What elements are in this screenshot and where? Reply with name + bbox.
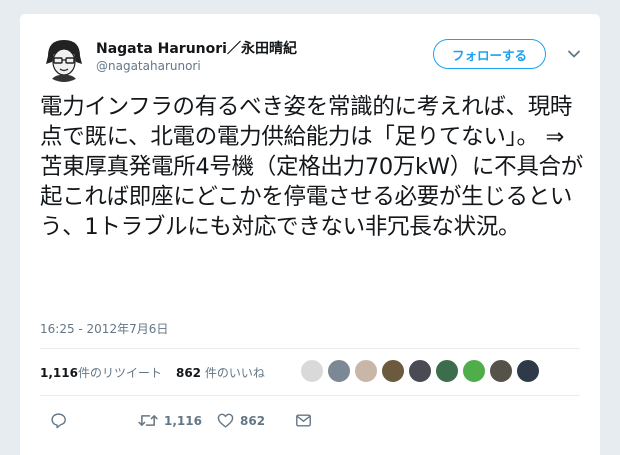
like-button[interactable]: 862 (217, 412, 265, 429)
tweet-text: 電力インフラの有るべき姿を常識的に考えれば、現時点で既に、北電の電力供給能力は「… (40, 94, 583, 240)
liker-avatars (300, 359, 543, 383)
liker-avatar-7[interactable] (462, 359, 486, 383)
follow-button[interactable]: フォローする (433, 39, 546, 69)
author-display-name[interactable]: Nagata Harunori／永田晴紀 (96, 38, 297, 58)
liker-avatar-4[interactable] (381, 359, 405, 383)
liker-avatar-9[interactable] (516, 359, 540, 383)
liker-avatar-2[interactable] (327, 359, 351, 383)
reply-button[interactable] (50, 412, 67, 429)
avatar-illustration-icon (40, 34, 88, 82)
like-count: 862 (240, 413, 266, 428)
liker-avatar-6[interactable] (435, 359, 459, 383)
retweet-icon (138, 415, 158, 426)
retweet-stat-count: 1,116 (40, 366, 78, 380)
liker-avatar-1[interactable] (300, 359, 324, 383)
heart-icon (217, 413, 234, 428)
author-avatar[interactable] (40, 34, 88, 82)
retweet-button[interactable]: 1,116 (138, 412, 202, 429)
liker-avatar-3[interactable] (354, 359, 378, 383)
envelope-icon (296, 414, 311, 427)
divider (40, 348, 580, 349)
reply-icon (51, 413, 66, 429)
author-handle[interactable]: @nagataharunori (96, 59, 201, 73)
retweet-stat-label: 件のリツイート (77, 366, 162, 380)
tweet-timestamp[interactable]: 16:25 - 2012年7月6日 (40, 320, 168, 337)
like-stat-count: 862 (175, 366, 202, 380)
divider (40, 395, 580, 396)
chevron-down-icon[interactable] (566, 46, 582, 62)
like-stat[interactable]: 862 件のいいね (176, 364, 265, 381)
liker-avatar-5[interactable] (408, 359, 432, 383)
tweet-stats: 1,116件のリツイート 862 件のいいね (40, 364, 265, 381)
tweet-card: Nagata Harunori／永田晴紀 @nagataharunori フォロ… (20, 14, 600, 455)
like-stat-label: 件のいいね (204, 366, 265, 380)
retweet-count: 1,116 (164, 413, 202, 428)
retweet-stat[interactable]: 1,116件のリツイート (40, 364, 162, 381)
tweet-actions: 1,116 862 (40, 412, 340, 432)
direct-message-button[interactable] (295, 412, 312, 429)
liker-avatar-8[interactable] (489, 359, 513, 383)
